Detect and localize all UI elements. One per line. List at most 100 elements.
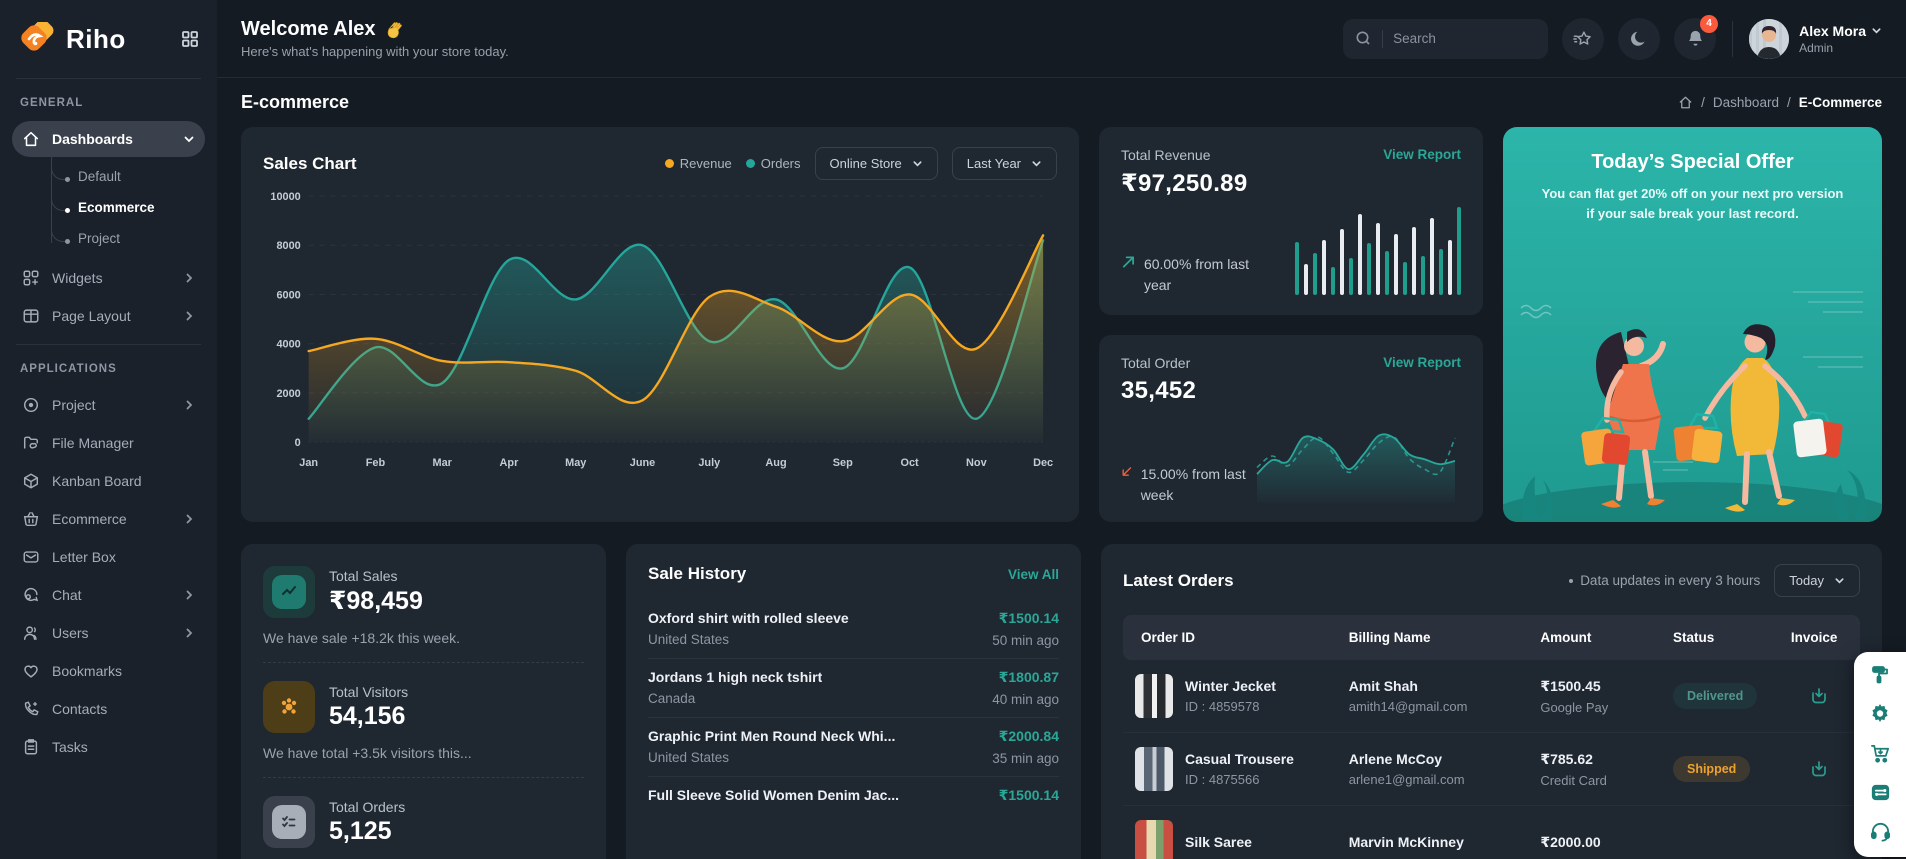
sale-history-card: Sale History View All Oxford shirt with …	[626, 544, 1081, 859]
special-offer-card: Today’s Special Offer You can flat get 2…	[1503, 127, 1882, 522]
preferences-button[interactable]	[1869, 781, 1892, 804]
offer-illustration	[1503, 262, 1882, 522]
sale-history-view-all-link[interactable]: View All	[1008, 567, 1059, 582]
sidebar-item-chat[interactable]: Chat	[12, 577, 205, 613]
latest-orders-title: Latest Orders	[1123, 571, 1555, 591]
user-role: Admin	[1799, 41, 1882, 55]
total-order-card: Total Order 35,452 View Report 15.00% fr…	[1099, 335, 1483, 522]
total-revenue-label: Total Revenue	[1121, 147, 1247, 163]
support-headset-button[interactable]	[1869, 820, 1892, 843]
orders-table-header: Order ID Billing Name Amount Status Invo…	[1123, 615, 1860, 660]
notification-badge: 4	[1700, 15, 1718, 33]
total-revenue-value: ₹97,250.89	[1121, 169, 1247, 198]
cart-button[interactable]	[1869, 742, 1892, 765]
sidebar-item-page-layout[interactable]: Page Layout	[12, 298, 205, 334]
sidebar-item-file-manager[interactable]: File Manager	[12, 425, 205, 461]
home-icon	[22, 130, 40, 148]
sale-history-item: Full Sleeve Solid Women Denim Jac... ₹15…	[648, 777, 1059, 820]
bookmark-star-button[interactable]	[1562, 18, 1604, 60]
dark-mode-button[interactable]	[1618, 18, 1660, 60]
search-box[interactable]	[1343, 19, 1548, 59]
invoice-download-button[interactable]	[1804, 681, 1834, 711]
total-sales-label: Total Sales	[329, 568, 423, 584]
sidebar-item-tasks[interactable]: Tasks	[12, 729, 205, 765]
arrow-up-right-icon	[1121, 254, 1136, 270]
total-sales-value: ₹98,459	[329, 586, 423, 616]
target-icon	[22, 396, 40, 414]
chart-legend: Revenue Orders	[665, 156, 801, 171]
welcome-subtitle: Here's what's happening with your store …	[241, 44, 509, 59]
sidebar-item-kanban-board[interactable]: Kanban Board	[12, 463, 205, 499]
chat-icon	[22, 586, 40, 604]
chevron-down-icon	[912, 158, 923, 169]
breadcrumb-separator: /	[1701, 95, 1705, 110]
order-view-report-link[interactable]: View Report	[1383, 355, 1461, 370]
svg-text:July: July	[698, 457, 720, 469]
store-stats-card: Total Sales ₹98,459 We have sale +18.2k …	[241, 544, 606, 859]
notifications-button[interactable]: 4	[1674, 18, 1716, 60]
paint-roller-button[interactable]	[1869, 664, 1891, 686]
breadcrumb-current: E-Commerce	[1799, 95, 1882, 110]
section-label-applications: APPLICATIONS	[0, 345, 217, 385]
chevron-right-icon	[183, 272, 195, 284]
sidebar-item-widgets[interactable]: Widgets	[12, 260, 205, 296]
svg-text:Mar: Mar	[432, 457, 452, 469]
orders-period-select[interactable]: Today	[1774, 564, 1860, 597]
invoice-download-button[interactable]	[1804, 754, 1834, 784]
folder-icon	[22, 434, 40, 452]
sidebar-toggle-icon[interactable]	[181, 30, 199, 48]
chevron-right-icon	[183, 399, 195, 411]
total-visitors-value: 54,156	[329, 702, 408, 731]
chevron-right-icon	[183, 627, 195, 639]
sidebar-item-ecommerce[interactable]: Ecommerce	[12, 501, 205, 537]
svg-text:4000: 4000	[276, 339, 300, 351]
sidebar-item-users[interactable]: Users	[12, 615, 205, 651]
total-orders-value: 5,125	[329, 817, 405, 846]
waving-hand-icon	[384, 20, 404, 40]
profile-menu[interactable]: Alex Mora Admin	[1749, 19, 1882, 59]
sidebar-item-bookmarks[interactable]: Bookmarks	[12, 653, 205, 689]
svg-text:2000: 2000	[276, 388, 300, 400]
sidebar-item-letter-box[interactable]: Letter Box	[12, 539, 205, 575]
home-icon[interactable]	[1678, 95, 1693, 110]
order-row: Casual TrousereID : 4875566 Arlene McCoy…	[1123, 733, 1860, 806]
sidebar-item-project[interactable]: Project	[12, 387, 205, 423]
revenue-view-report-link[interactable]: View Report	[1383, 147, 1461, 162]
product-thumbnail	[1135, 674, 1173, 718]
sidebar-item-ecommerce-dash[interactable]: Ecommerce	[52, 192, 205, 223]
section-label-general: GENERAL	[0, 79, 217, 119]
svg-text:June: June	[630, 457, 655, 469]
order-row: Silk Saree Marvin McKinney ₹2000.00	[1123, 806, 1860, 859]
sidebar-item-contacts[interactable]: Contacts	[12, 691, 205, 727]
total-order-label: Total Order	[1121, 355, 1196, 371]
chevron-down-icon	[1871, 25, 1882, 36]
search-input[interactable]	[1393, 31, 1503, 46]
sidebar-item-project-dash[interactable]: Project	[52, 223, 205, 254]
breadcrumb: / Dashboard / E-Commerce	[1678, 95, 1882, 110]
svg-text:Nov: Nov	[966, 457, 988, 469]
app-name[interactable]: Riho	[66, 24, 181, 55]
revenue-bar-sparkline	[1295, 203, 1461, 295]
offer-title: Today’s Special Offer	[1523, 151, 1862, 174]
sidebar-item-default[interactable]: Default	[52, 161, 205, 192]
period-filter-select[interactable]: Last Year	[952, 147, 1057, 180]
settings-gear-button[interactable]	[1868, 702, 1892, 726]
sidebar-item-dashboards[interactable]: Dashboards	[12, 121, 205, 157]
divider	[263, 777, 584, 778]
breadcrumb-dashboard[interactable]: Dashboard	[1713, 95, 1779, 110]
divider	[1382, 30, 1383, 48]
layout-icon	[22, 307, 40, 325]
cube-icon	[22, 472, 40, 490]
store-filter-select[interactable]: Online Store	[815, 147, 938, 180]
user-name: Alex Mora	[1799, 23, 1866, 39]
riho-logo-icon[interactable]	[20, 22, 58, 56]
sale-history-item: Jordans 1 high neck tshirtCanada ₹1800.8…	[648, 659, 1059, 717]
total-visitors-icon	[263, 681, 315, 733]
status-badge: Shipped	[1673, 756, 1750, 782]
star-icon	[1573, 29, 1593, 49]
svg-text:Aug: Aug	[765, 457, 786, 469]
sales-chart-card: Sales Chart Revenue Orders Online Store …	[241, 127, 1079, 522]
order-delta-text: 15.00% from last week	[1141, 464, 1251, 505]
moon-icon	[1629, 29, 1649, 49]
widgets-icon	[22, 269, 40, 287]
